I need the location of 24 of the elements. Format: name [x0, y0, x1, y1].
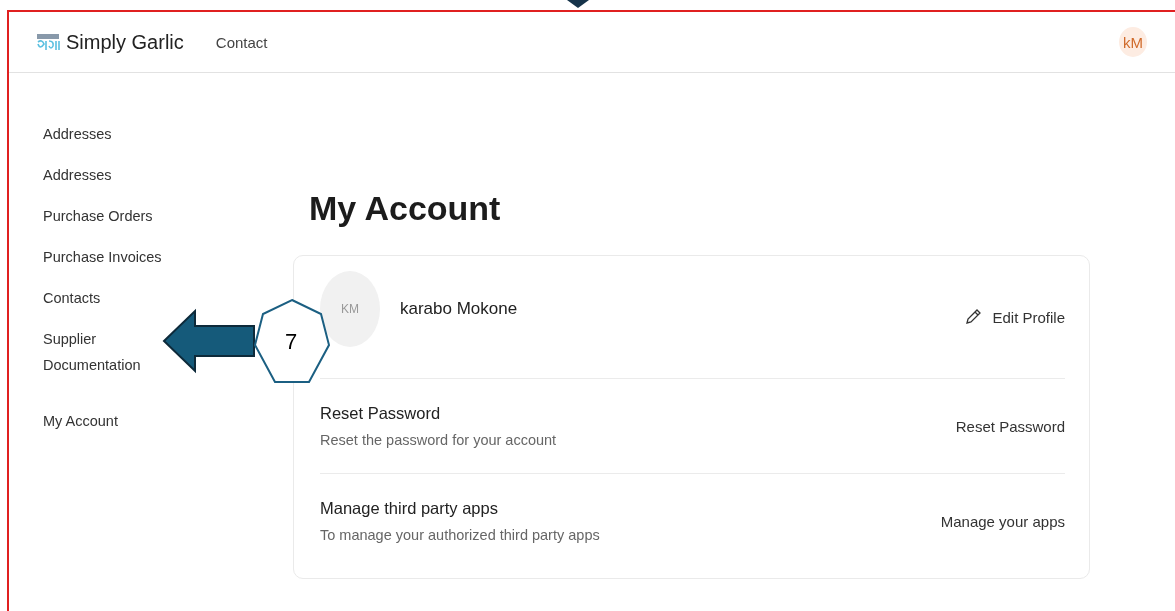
section-action-link[interactable]: Reset Password: [955, 417, 1065, 435]
logo-icon: [36, 33, 62, 51]
profile-avatar: KM: [320, 271, 380, 347]
sidebar-item[interactable]: Addresses: [43, 162, 163, 188]
pencil-icon: [964, 308, 983, 326]
profile-name: karabo Mokone: [400, 299, 518, 319]
section-description: Reset the password for your account: [320, 432, 557, 448]
sidebar-item[interactable]: My Account: [43, 408, 163, 434]
sidebar-item[interactable]: Contacts: [43, 285, 163, 311]
section-title: Manage third party apps: [320, 499, 499, 518]
step-number: 7: [285, 329, 298, 355]
brand-name[interactable]: Simply Garlic: [66, 30, 184, 54]
nav-link[interactable]: Contact: [215, 33, 268, 51]
left-arrow-icon: [162, 308, 256, 374]
sidebar-item[interactable]: Supplier Documentation: [43, 326, 163, 378]
section-title: Reset Password: [320, 404, 442, 423]
sidebar-item[interactable]: Addresses: [43, 121, 163, 147]
sidebar-item[interactable]: Purchase Invoices: [43, 244, 163, 270]
section-description: To manage your authorized third party apps: [320, 527, 600, 543]
edit-profile-link[interactable]: Edit Profile: [992, 308, 1065, 326]
arrow-tip-icon: [567, 0, 589, 8]
page-title: My Account: [309, 189, 502, 228]
sidebar-item[interactable]: Purchase Orders: [43, 203, 163, 229]
section-action-link[interactable]: Manage your apps: [940, 512, 1065, 530]
